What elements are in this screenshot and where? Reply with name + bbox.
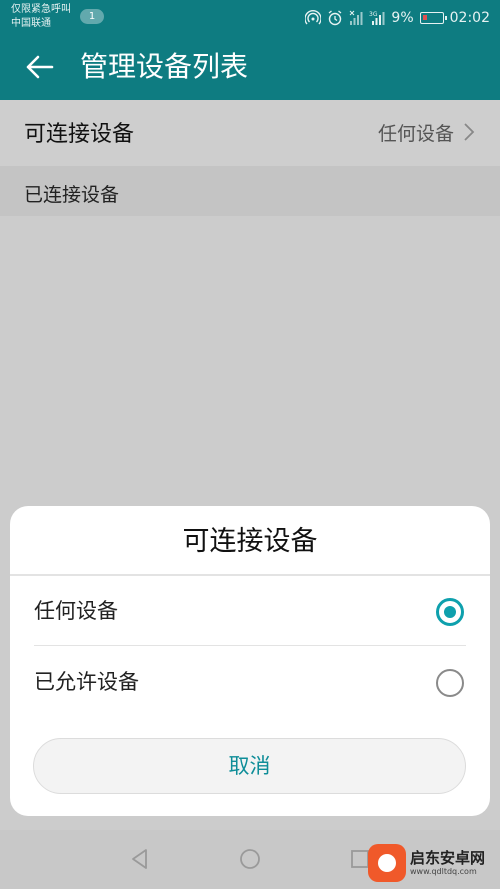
svg-text:3G: 3G (369, 11, 378, 18)
battery-percent: 9% (391, 10, 414, 26)
option-divider (34, 645, 466, 646)
battery-icon (419, 12, 447, 24)
back-arrow-icon[interactable] (22, 49, 56, 85)
carrier-line-1: 仅限紧急呼叫 (11, 4, 71, 15)
carrier-info: 仅限紧急呼叫 中国联通 (11, 3, 71, 31)
watermark: 启东安卓网 www.qdltdq.com (368, 839, 498, 887)
app-bar: 管理设备列表 (0, 35, 500, 100)
alarm-icon (329, 10, 342, 26)
status-bar: 仅限紧急呼叫 中国联通 1 3G 9% 02:02 (0, 0, 500, 35)
option-any-device-label: 任何设备 (34, 599, 118, 623)
connected-devices-section-header: 已连接设备 (0, 166, 500, 216)
hotspot-icon (305, 10, 322, 25)
connectable-devices-dialog: 可连接设备 任何设备 已允许设备 取消 (10, 506, 490, 816)
dialog-title: 可连接设备 (182, 526, 318, 557)
connected-devices-label: 已连接设备 (24, 184, 120, 206)
radio-selected-icon[interactable] (436, 598, 464, 626)
option-allowed-devices-label: 已允许设备 (34, 670, 139, 694)
page-title: 管理设备列表 (80, 50, 249, 83)
3g-signal-icon: 3G (369, 11, 385, 25)
nav-back-icon[interactable] (125, 844, 155, 874)
watermark-name: 启东安卓网 (410, 849, 486, 867)
connectable-devices-label: 可连接设备 (24, 122, 135, 147)
watermark-url: www.qdltdq.com (410, 867, 477, 876)
carrier-line-2: 中国联通 (11, 18, 51, 29)
notification-count-badge: 1 (80, 9, 104, 24)
option-any-device[interactable]: 任何设备 (10, 576, 490, 646)
connectable-devices-row[interactable]: 可连接设备 任何设备 (0, 100, 500, 166)
chevron-right-icon (464, 123, 475, 141)
cancel-button[interactable]: 取消 (33, 738, 466, 794)
clock: 02:02 (449, 10, 490, 26)
option-allowed-devices[interactable]: 已允许设备 (10, 647, 490, 717)
signal-icon (350, 10, 363, 25)
status-icons: 3G 9% 02:02 (305, 8, 490, 28)
radio-unselected-icon[interactable] (436, 669, 464, 697)
watermark-logo-icon (368, 844, 406, 882)
nav-home-icon[interactable] (235, 844, 265, 874)
connectable-devices-value: 任何设备 (377, 123, 454, 145)
